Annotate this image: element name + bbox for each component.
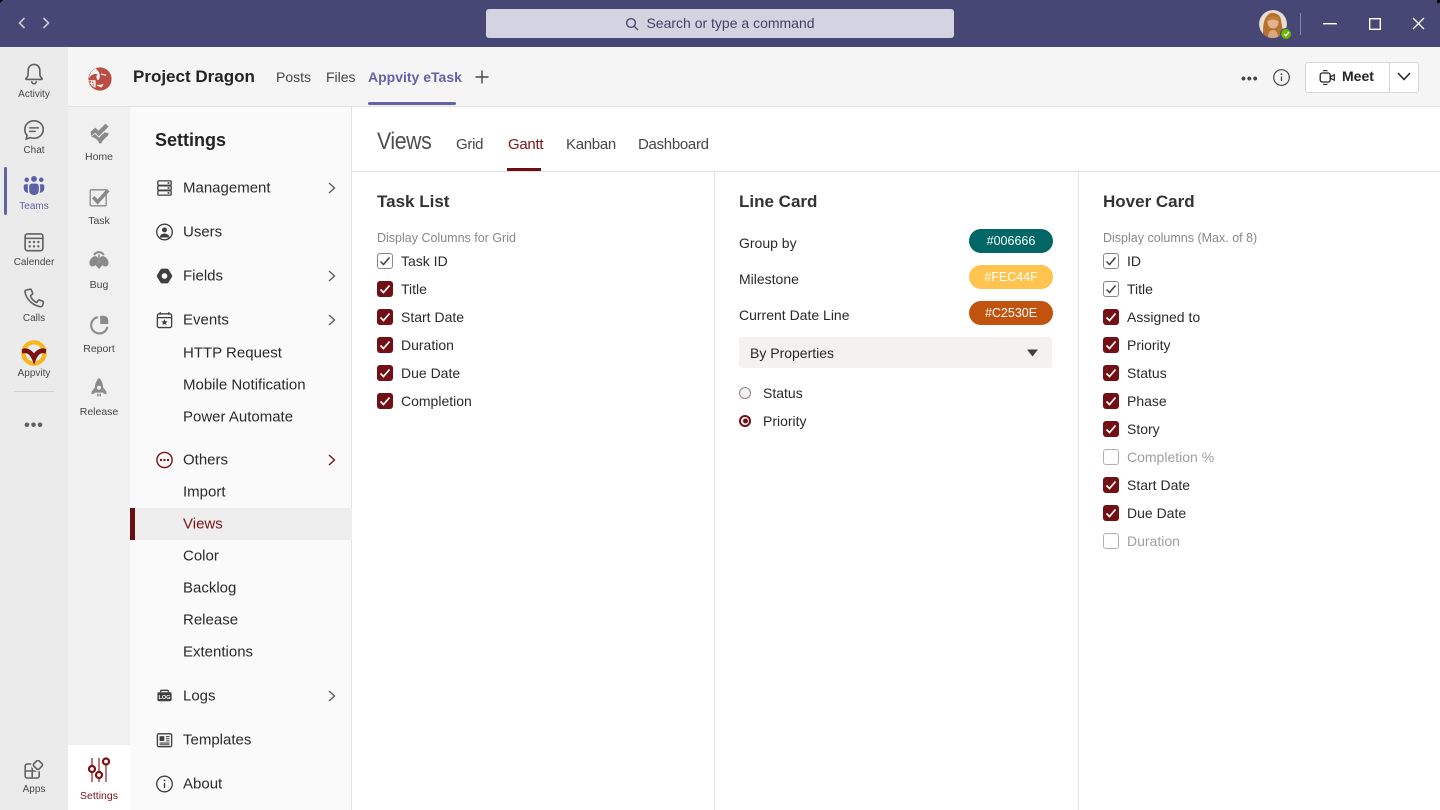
svg-text:LOG: LOG [159, 695, 171, 701]
